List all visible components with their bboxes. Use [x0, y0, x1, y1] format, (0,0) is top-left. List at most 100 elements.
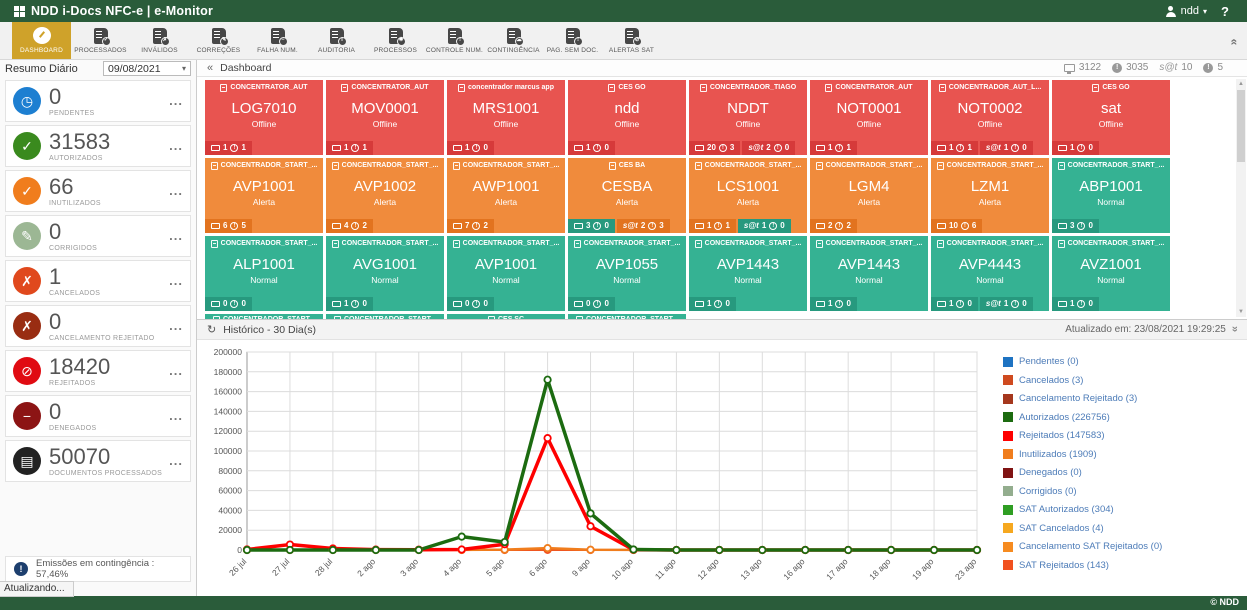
legend-item-inutilizados-1909[interactable]: Inutilizados (1909) [1003, 449, 1239, 460]
monitor-badge: 30 [568, 219, 615, 233]
refresh-icon[interactable]: ↻ [207, 323, 216, 336]
tile-avp1001[interactable]: CONCENTRADOR_START_... AVP1001 Alerta 65 [205, 158, 323, 233]
card-menu-button[interactable]: ... [169, 363, 183, 378]
card-menu-button[interactable]: ... [169, 228, 183, 243]
tile-lzm1[interactable]: CONCENTRADOR_START_... LZM1 Alerta 106 [931, 158, 1049, 233]
tiles-scrollbar[interactable]: ▲ ▼ [1236, 79, 1246, 317]
tile-avp1443[interactable]: CONCENTRADOR_START_... AVP1443 Normal 10 [689, 236, 807, 311]
card-menu-button[interactable]: ... [169, 408, 183, 423]
scrollbar-thumb[interactable] [1237, 90, 1245, 162]
tile-group: CONCENTRADOR_START_... [1068, 162, 1165, 169]
legend-item-sat-rejeitados-143[interactable]: SAT Rejeitados (143) [1003, 560, 1239, 571]
tile-name: MOV0001 [326, 100, 444, 117]
tile-name: LZM1 [931, 178, 1049, 195]
legend-item-cancelamento-rejeitado-3[interactable]: Cancelamento Rejeitado (3) [1003, 393, 1239, 404]
legend-label: Cancelamento SAT Rejeitados (0) [1019, 541, 1162, 552]
collapse-sidebar-icon[interactable]: « [207, 62, 213, 74]
tile-avp1443[interactable]: CONCENTRADOR_START_... AVP1443 Normal 10 [810, 236, 928, 311]
tile-log7010[interactable]: CONCENTRATOR_AUT LOG7010 Offline 11 [205, 80, 323, 155]
card-menu-button[interactable]: ... [169, 93, 183, 108]
tile-not0002[interactable]: CONCENTRADOR_AUT_L... NOT0002 Offline 11… [931, 80, 1049, 155]
tile-partial[interactable]: CONCENTRADOR_START... [205, 314, 323, 319]
legend-item-cancelados-3[interactable]: Cancelados (3) [1003, 375, 1239, 386]
card-menu-button[interactable]: ... [169, 273, 183, 288]
alert-icon [472, 300, 480, 308]
tile-partial[interactable]: CONCENTRADOR_START... [326, 314, 444, 319]
tab-pag-sem-doc[interactable]: ! PAG. SEM DOC. [543, 22, 602, 59]
tile-lcs1001[interactable]: CONCENTRADOR_START_... LCS1001 Alerta 11… [689, 158, 807, 233]
tile-cesba[interactable]: CES BA CESBA Alerta 30s@t23 [568, 158, 686, 233]
concentrator-icon [608, 84, 615, 92]
alert-icon [472, 144, 480, 152]
legend-item-cancelamento-sat-rejeitados-0[interactable]: Cancelamento SAT Rejeitados (0) [1003, 541, 1239, 552]
alert-icon [961, 222, 969, 230]
tab-inv-lidos[interactable]: ✗ INVÁLIDOS [130, 22, 189, 59]
tile-mrs1001[interactable]: concentrador marcus app MRS1001 Offline … [447, 80, 565, 155]
tile-group: CES GO [1102, 84, 1129, 91]
tile-mov0001[interactable]: CONCENTRATOR_AUT MOV0001 Offline 11 [326, 80, 444, 155]
legend-item-sat-autorizados-304[interactable]: SAT Autorizados (304) [1003, 504, 1239, 515]
card-menu-button[interactable]: ... [169, 183, 183, 198]
legend-item-sat-cancelados-4[interactable]: SAT Cancelados (4) [1003, 523, 1239, 534]
info-icon: ! [14, 562, 28, 576]
tab-controle-num[interactable]: ! CONTROLE NUM. [425, 22, 484, 59]
tile-avp1002[interactable]: CONCENTRADOR_START_... AVP1002 Alerta 42 [326, 158, 444, 233]
tab-conting-ncia[interactable]: ☁ CONTINGÊNCIA [484, 22, 543, 59]
tile-badges: 30s@t23 [568, 219, 670, 233]
card-label: DENEGADOS [49, 425, 96, 432]
tile-status: Offline [1052, 119, 1170, 129]
tab-dashboard[interactable]: DASHBOARD [12, 22, 71, 59]
legend-item-rejeitados-147583[interactable]: Rejeitados (147583) [1003, 430, 1239, 441]
tile-badges: 72 [447, 219, 494, 233]
concentrator-icon [220, 84, 227, 92]
monitor-icon [574, 301, 583, 307]
sat-icon: s@t [986, 143, 1001, 152]
monitor-icon [816, 145, 825, 151]
tab-corre-es[interactable]: ✎ CORREÇÕES [189, 22, 248, 59]
help-button[interactable]: ? [1221, 4, 1229, 19]
card-menu-button[interactable]: ... [169, 318, 183, 333]
clock-icon: ◷ [13, 87, 41, 115]
tile-sat[interactable]: CES GO sat Offline 10 [1052, 80, 1170, 155]
tile-group: CONCENTRADOR_START_... [342, 240, 439, 247]
chevron-down-icon: ▾ [182, 64, 186, 73]
tile-alp1001[interactable]: CONCENTRADOR_START_... ALP1001 Normal 00 [205, 236, 323, 311]
tile-avp1001[interactable]: CONCENTRADOR_START_... AVP1001 Normal 00 [447, 236, 565, 311]
tile-avp4443[interactable]: CONCENTRADOR_START_... AVP4443 Normal 10… [931, 236, 1049, 311]
panel-collapse-icon[interactable]: « [1229, 327, 1241, 331]
tile-name: AVZ1001 [1052, 256, 1170, 273]
tab-auditoria[interactable]: i AUDITORIA [307, 22, 366, 59]
legend-item-corrigidos-0[interactable]: Corrigidos (0) [1003, 486, 1239, 497]
summary-card-cancelamento-rejeitado: ✗ 0 CANCELAMENTO REJEITADO ... [5, 305, 191, 347]
tile-lgm4[interactable]: CONCENTRADOR_START_... LGM4 Alerta 22 [810, 158, 928, 233]
date-picker[interactable]: 09/08/2021 ▾ [103, 61, 191, 76]
cross-icon: ✗ [13, 267, 41, 295]
tile-ndd[interactable]: CES GO ndd Offline 10 [568, 80, 686, 155]
tile-not0001[interactable]: CONCENTRATOR_AUT NOT0001 Offline 11 [810, 80, 928, 155]
app-grid-icon[interactable] [14, 6, 25, 17]
legend-item-denegados-0[interactable]: Denegados (0) [1003, 467, 1239, 478]
toolbar-collapse-icon[interactable]: « [1228, 39, 1242, 44]
scroll-down-icon[interactable]: ▼ [1236, 307, 1246, 317]
tile-partial[interactable]: CES SC [447, 314, 565, 319]
tab-alertas-sat[interactable]: ⊘ ALERTAS SAT [602, 22, 661, 59]
tile-abp1001[interactable]: CONCENTRADOR_START_... ABP1001 Normal 30 [1052, 158, 1170, 233]
tile-avg1001[interactable]: CONCENTRADOR_START_... AVG1001 Normal 10 [326, 236, 444, 311]
legend-item-autorizados-226756[interactable]: Autorizados (226756) [1003, 412, 1239, 423]
tile-avz1001[interactable]: CONCENTRADOR_START_... AVZ1001 Normal 10 [1052, 236, 1170, 311]
tab-processos[interactable]: ✱ PROCESSOS [366, 22, 425, 59]
scroll-up-icon[interactable]: ▲ [1236, 79, 1246, 89]
tile-avp1055[interactable]: CONCENTRADOR_START_... AVP1055 Normal 00 [568, 236, 686, 311]
tile-group: CONCENTRADOR_START... [344, 316, 436, 319]
svg-text:3 ago: 3 ago [398, 556, 420, 578]
tab-processados[interactable]: ✓ PROCESSADOS [71, 22, 130, 59]
tile-awp1001[interactable]: CONCENTRADOR_START_... AWP1001 Alerta 72 [447, 158, 565, 233]
tile-nddt[interactable]: CONCENTRADOR_TIAGO NDDT Offline 203s@t20 [689, 80, 807, 155]
tile-partial[interactable]: CONCENTRADOR_START... [568, 314, 686, 319]
card-menu-button[interactable]: ... [169, 453, 183, 468]
card-menu-button[interactable]: ... [169, 138, 183, 153]
tile-badges: 11 [810, 141, 857, 155]
legend-item-pendentes-0[interactable]: Pendentes (0) [1003, 356, 1239, 367]
user-menu[interactable]: ndd ▾ [1165, 5, 1207, 17]
tab-falha-num[interactable]: − FALHA NUM. [248, 22, 307, 59]
